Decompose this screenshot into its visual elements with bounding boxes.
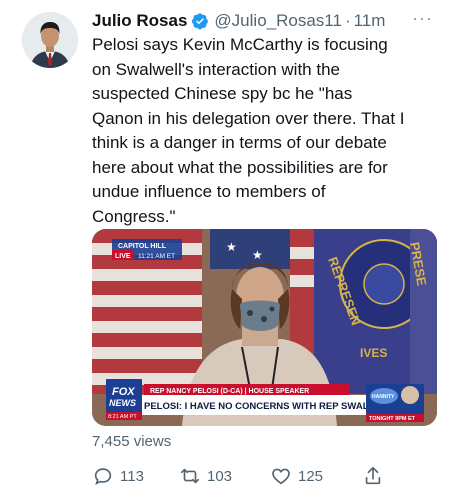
network-label-2: NEWS <box>109 398 136 408</box>
tweet-video[interactable]: ★ ★ REPRESEN PRESE IVES CAPITOL HILL LIV… <box>92 229 437 426</box>
like-icon <box>272 468 290 485</box>
network-time: 8:21 AM PT <box>108 414 137 420</box>
share-icon <box>365 466 381 485</box>
verified-badge-icon <box>191 12 209 30</box>
more-icon[interactable]: ··· <box>412 9 433 27</box>
tweet[interactable]: Julio Rosas @Julio_Rosas11 · 11m ··· Pel… <box>0 0 457 500</box>
video-frame: ★ ★ REPRESEN PRESE IVES CAPITOL HILL LIV… <box>92 229 437 426</box>
retweet-button[interactable]: 103 <box>179 462 232 490</box>
svg-text:★: ★ <box>226 240 237 254</box>
separator-dot: · <box>344 11 351 30</box>
promo-label: TONIGHT 9PM ET <box>369 416 416 422</box>
headline: PELOSI: I HAVE NO CONCERNS WITH REP SWAL… <box>144 401 395 412</box>
retweet-count: 103 <box>207 467 233 485</box>
avatar-image <box>22 12 78 68</box>
network-label-1: FOX <box>112 386 135 398</box>
seal-text-3: IVES <box>360 346 387 360</box>
like-count: 125 <box>298 467 324 485</box>
lower-third-label: REP NANCY PELOSI (D-CA) | HOUSE SPEAKER <box>150 388 309 395</box>
live-label: LIVE <box>115 253 131 260</box>
tweet-text: Pelosi says Kevin McCarthy is focusing o… <box>92 35 405 226</box>
view-count: 7,455 views <box>92 433 172 450</box>
retweet-icon <box>180 468 200 484</box>
share-button[interactable] <box>362 462 390 490</box>
reply-button[interactable]: 113 <box>92 462 144 490</box>
author-handle[interactable]: @Julio_Rosas11 <box>214 11 342 31</box>
action-bar: 113 103 125 <box>92 462 432 490</box>
location-label: CAPITOL HILL <box>118 243 167 250</box>
timestamp[interactable]: 11m <box>354 11 386 31</box>
avatar[interactable] <box>22 12 78 68</box>
tweet-header: Julio Rosas @Julio_Rosas11 · 11m ··· <box>92 9 447 33</box>
author-name[interactable]: Julio Rosas <box>92 11 187 31</box>
svg-text:★: ★ <box>252 248 263 262</box>
promo-logo-text: HANNITY <box>372 394 395 400</box>
like-button[interactable]: 125 <box>270 462 323 490</box>
reply-icon <box>94 468 112 485</box>
reply-count: 113 <box>120 467 144 485</box>
clock-label: 11:21 AM ET <box>138 253 175 260</box>
